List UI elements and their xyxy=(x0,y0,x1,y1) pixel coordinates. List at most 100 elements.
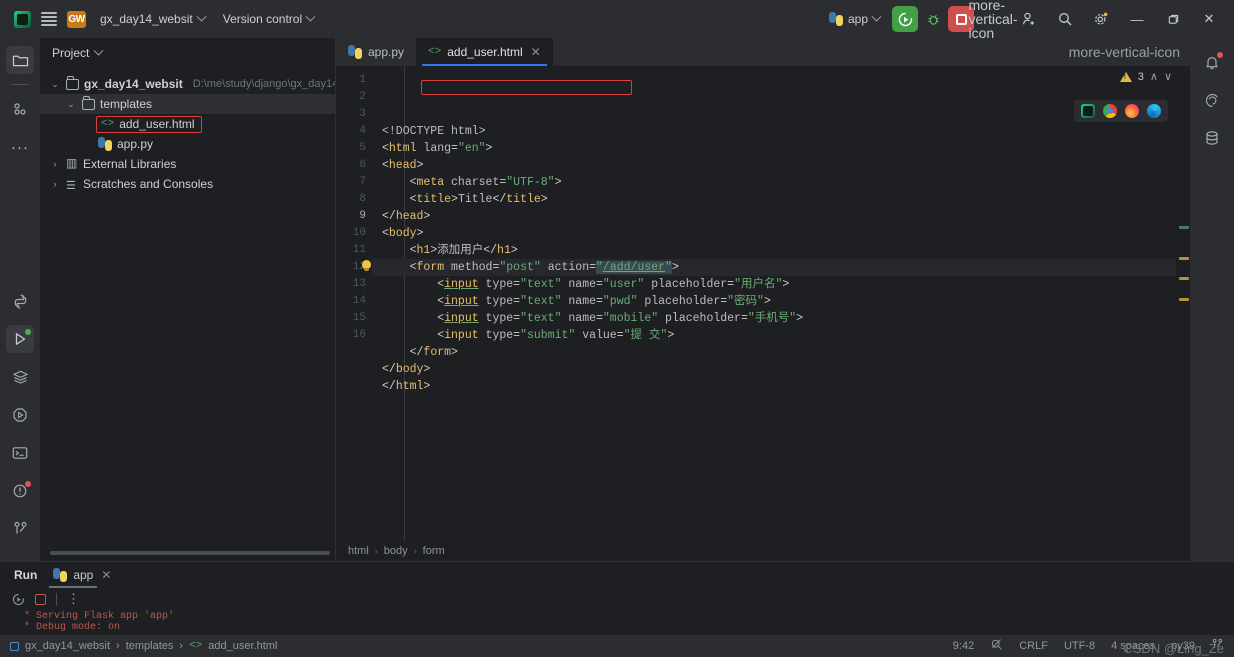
code-line[interactable]: <h1>添加用户</h1> xyxy=(372,242,1176,259)
breadcrumb-item[interactable]: form xyxy=(423,545,445,557)
code-line[interactable]: <title>Title</title> xyxy=(372,191,1176,208)
line-number[interactable]: 11 xyxy=(336,242,372,259)
line-number[interactable]: 14 xyxy=(336,293,372,310)
run-button[interactable] xyxy=(892,6,918,32)
close-icon[interactable]: ✕ xyxy=(531,45,541,59)
more-tool-windows-icon[interactable]: ··· xyxy=(6,133,34,161)
project-panel-header[interactable]: Project xyxy=(40,38,335,68)
status-crumb-folder[interactable]: templates xyxy=(126,640,174,652)
stop-icon[interactable] xyxy=(35,593,46,605)
previous-problem-icon[interactable]: ∧ xyxy=(1150,70,1158,83)
python-console-icon[interactable] xyxy=(6,287,34,315)
code-line[interactable]: <body> xyxy=(372,225,1176,242)
line-number[interactable]: 2 xyxy=(336,89,372,106)
project-tool-icon[interactable] xyxy=(6,46,34,74)
tree-twisty-icon[interactable]: › xyxy=(48,159,62,169)
open-in-edge-icon[interactable] xyxy=(1147,104,1161,118)
next-problem-icon[interactable]: ∨ xyxy=(1164,70,1172,83)
line-number[interactable]: 6 xyxy=(336,157,372,174)
maximize-button[interactable] xyxy=(1156,4,1190,34)
code-line[interactable]: <html lang="en"> xyxy=(372,140,1176,157)
open-in-pycharm-preview-icon[interactable] xyxy=(1081,104,1095,118)
open-in-firefox-icon[interactable] xyxy=(1125,104,1139,118)
tree-twisty-icon[interactable]: ⌄ xyxy=(48,79,62,90)
breadcrumb-item[interactable]: html xyxy=(348,545,369,557)
code-line[interactable]: <input type="text" name="pwd" placeholde… xyxy=(372,293,1176,310)
status-crumb-file[interactable]: add_user.html xyxy=(208,640,277,652)
more-vertical-icon[interactable]: ⋮ xyxy=(67,591,80,607)
code-line[interactable]: <input type="text" name="mobile" placeho… xyxy=(372,310,1176,327)
line-number[interactable]: 15 xyxy=(336,310,372,327)
project-name-dropdown[interactable]: gx_day14_websit xyxy=(96,9,209,29)
tree-item-app-py[interactable]: app.py xyxy=(40,134,335,154)
code-line[interactable]: <input type="submit" value="提 交"> xyxy=(372,327,1176,344)
run-console-output[interactable]: * Serving Flask app 'app' * Debug mode: … xyxy=(0,610,1234,635)
database-icon[interactable] xyxy=(1198,124,1226,152)
line-number[interactable]: 4 xyxy=(336,123,372,140)
notifications-bell-icon[interactable] xyxy=(1198,48,1226,76)
problems-tool-icon[interactable] xyxy=(6,477,34,505)
editor-tab-add-user-html[interactable]: <> add_user.html ✕ xyxy=(416,38,553,66)
tree-item-templates[interactable]: ⌄ templates xyxy=(40,94,335,114)
code-line[interactable]: </body> xyxy=(372,361,1176,378)
code-line[interactable]: </head> xyxy=(372,208,1176,225)
settings-button[interactable] xyxy=(1084,4,1118,34)
line-number[interactable]: 7 xyxy=(336,174,372,191)
terminal-tool-icon[interactable] xyxy=(6,439,34,467)
code-line[interactable]: <head> xyxy=(372,157,1176,174)
code-content[interactable]: <!DOCTYPE html> <html lang="en"> <head> <m… xyxy=(372,66,1176,541)
line-number[interactable]: 1 xyxy=(336,72,372,89)
open-in-chrome-icon[interactable] xyxy=(1103,104,1117,118)
code-line[interactable]: <!DOCTYPE html> xyxy=(372,123,1176,140)
run-tool-icon[interactable] xyxy=(6,325,34,353)
debug-button[interactable] xyxy=(920,6,946,32)
git-branch-icon[interactable] xyxy=(6,515,34,543)
breadcrumb-item[interactable]: body xyxy=(384,545,408,557)
code-line[interactable]: </html> xyxy=(372,378,1176,395)
error-stripe-marker-gutter[interactable] xyxy=(1176,66,1190,541)
file-encoding[interactable]: UTF-8 xyxy=(1064,640,1095,652)
code-editor[interactable]: 1 2 3 4 5 6 7 8 9 10 11 12 13 14 15 16 <!DOCTYPE html> <… xyxy=(336,66,1190,541)
python-packages-icon[interactable] xyxy=(6,401,34,429)
code-line[interactable]: <form method="post" action="/add/user"> xyxy=(372,259,1176,276)
line-number[interactable]: 16 xyxy=(336,327,372,344)
status-crumb-project[interactable]: gx_day14_websit xyxy=(25,640,110,652)
caret-position[interactable]: 9:42 xyxy=(953,640,974,652)
line-number[interactable]: 9 xyxy=(336,208,372,225)
version-control-dropdown[interactable]: Version control xyxy=(219,9,318,29)
code-line[interactable]: <input type="text" name="user" placehold… xyxy=(372,276,1176,293)
search-everywhere-button[interactable] xyxy=(1048,4,1082,34)
minimize-button[interactable]: — xyxy=(1120,4,1154,34)
more-actions-button[interactable]: more-vertical-icon xyxy=(969,0,1018,40)
line-number[interactable]: 5 xyxy=(336,140,372,157)
tree-item-external-libraries[interactable]: › External Libraries xyxy=(40,154,335,174)
tree-item-gx-day14-websit[interactable]: ⌄ gx_day14_websit D:\me\study\django\gx_da… xyxy=(40,74,335,94)
status-breadcrumb[interactable]: gx_day14_websit › templates › <> add_use… xyxy=(10,640,277,652)
tree-twisty-icon[interactable]: ⌄ xyxy=(64,99,78,110)
project-horizontal-scrollbar[interactable] xyxy=(50,551,330,555)
tree-twisty-icon[interactable]: › xyxy=(48,179,62,189)
line-number[interactable]: 3 xyxy=(336,106,372,123)
line-number-gutter[interactable]: 1 2 3 4 5 6 7 8 9 10 11 12 13 14 15 16 xyxy=(336,66,372,541)
line-number[interactable]: 10 xyxy=(336,225,372,242)
inspections-off-icon[interactable] xyxy=(990,638,1003,654)
code-line[interactable]: <meta charset="UTF-8"> xyxy=(372,174,1176,191)
editor-breadcrumb[interactable]: html › body › form xyxy=(336,541,1190,561)
project-tree[interactable]: ⌄ gx_day14_websit D:\me\study\django\gx_da… xyxy=(40,68,335,194)
line-separator[interactable]: CRLF xyxy=(1019,640,1048,652)
line-number[interactable]: 8 xyxy=(336,191,372,208)
tree-item-add-user-html[interactable]: <> add_user.html xyxy=(40,114,335,134)
close-icon[interactable]: ✕ xyxy=(101,568,111,582)
run-tab-app[interactable]: app ✕ xyxy=(49,562,111,588)
inspection-widget[interactable]: 3 ∧ ∨ xyxy=(1119,70,1172,83)
close-button[interactable]: ✕ xyxy=(1192,4,1226,34)
services-tool-icon[interactable] xyxy=(6,363,34,391)
commit-tool-icon[interactable] xyxy=(6,95,34,123)
account-button[interactable] xyxy=(1012,4,1046,34)
code-line[interactable]: </form> xyxy=(372,344,1176,361)
line-number[interactable]: 13 xyxy=(336,276,372,293)
editor-tab-app-py[interactable]: app.py xyxy=(336,38,416,66)
tree-item-scratches-and-consoles[interactable]: › ☰ Scratches and Consoles xyxy=(40,174,335,194)
rerun-icon[interactable] xyxy=(12,593,25,606)
ai-assistant-icon[interactable] xyxy=(1198,86,1226,114)
